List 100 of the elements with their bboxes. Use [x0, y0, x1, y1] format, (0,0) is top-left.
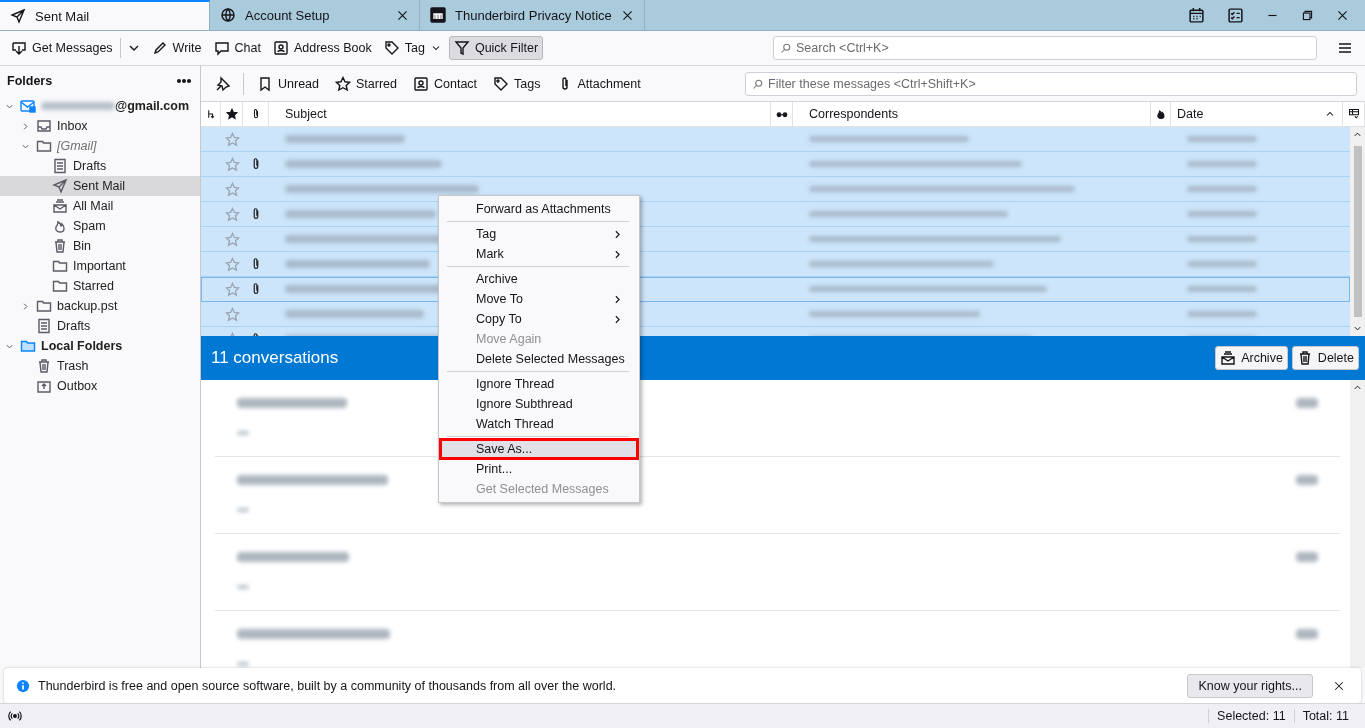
filter-icon	[453, 40, 470, 56]
star-icon	[335, 75, 351, 92]
folder-item[interactable]: All Mail	[0, 196, 200, 216]
toolbar-button[interactable]: Get Messages	[6, 36, 118, 60]
folder-item[interactable]: Drafts	[0, 316, 200, 336]
folder-item[interactable]: Inbox	[0, 116, 200, 136]
star-icon[interactable]	[224, 131, 240, 147]
online-status-icon[interactable]	[8, 709, 22, 723]
star-icon[interactable]	[224, 156, 240, 172]
menu-item-label: Save As...	[476, 442, 533, 456]
archive-icon	[1220, 350, 1237, 366]
folder-item[interactable]: Spam	[0, 216, 200, 236]
blurred-text	[1296, 398, 1318, 408]
tab[interactable]: Sent Mail	[0, 0, 210, 30]
pane-title: Folders	[7, 74, 53, 88]
message-row[interactable]	[201, 177, 1350, 202]
folder-item[interactable]: Important	[0, 256, 200, 276]
folder-icon	[52, 258, 68, 274]
column-header[interactable]: Subject	[269, 102, 771, 126]
folder-item[interactable]: Drafts	[0, 156, 200, 176]
search-field[interactable]: Search <Ctrl+K>	[773, 36, 1317, 60]
rights-button[interactable]: Know your rights...	[1187, 673, 1313, 698]
toolbar-button[interactable]: Address Book	[267, 36, 377, 60]
tag-icon	[383, 40, 400, 56]
blurred-text	[1296, 552, 1318, 562]
column-header[interactable]: Date	[1171, 102, 1343, 126]
filter-button[interactable]: Contact	[408, 71, 483, 96]
folder-item[interactable]: Sent Mail	[0, 176, 200, 196]
close-icon[interactable]	[1333, 679, 1345, 692]
folder-icon	[20, 338, 36, 354]
folder-item[interactable]: backup.pst	[0, 296, 200, 316]
folder-item[interactable]: Trash	[0, 356, 200, 376]
chat-icon	[213, 40, 230, 56]
trash-icon	[36, 358, 52, 374]
filter-button[interactable]: Starred	[330, 71, 402, 96]
filter-button[interactable]: Unread	[252, 71, 324, 96]
column-header[interactable]: Correspondents	[793, 102, 1151, 126]
scrollbar[interactable]	[1350, 380, 1365, 668]
blurred-text	[1296, 475, 1318, 485]
close-icon[interactable]	[1336, 8, 1349, 22]
summary-button[interactable]: Archive	[1215, 346, 1288, 370]
scrollbar[interactable]	[1350, 127, 1365, 336]
folder-icon	[36, 138, 52, 154]
menu-item-label: Tag	[476, 227, 497, 241]
menu-icon[interactable]	[1337, 40, 1353, 56]
folder-item[interactable]: Outbox	[0, 376, 200, 396]
tasks-icon[interactable]	[1227, 6, 1244, 24]
blurred-text	[1187, 261, 1257, 267]
document-icon	[36, 318, 52, 334]
filter-button[interactable]: Attachment	[551, 71, 646, 96]
star-icon[interactable]	[224, 256, 240, 272]
send-icon	[10, 8, 26, 24]
archive-icon	[52, 198, 68, 214]
close-icon[interactable]	[396, 8, 409, 22]
document-icon	[52, 158, 68, 174]
message-row[interactable]	[201, 152, 1350, 177]
download-icon	[11, 40, 27, 56]
blurred-text	[1187, 311, 1257, 317]
tab[interactable]: Thunderbird Privacy Notice	[420, 0, 645, 30]
toolbar-button[interactable]: Tag	[378, 36, 447, 60]
blurred-text	[1187, 161, 1257, 167]
menu-item-label: Archive	[476, 272, 518, 286]
summary-button[interactable]: Delete	[1291, 346, 1359, 370]
filter-button[interactable]: Tags	[488, 71, 546, 96]
toolbar-button[interactable]: Chat	[208, 36, 266, 60]
star-icon[interactable]	[224, 181, 240, 197]
menu-item-label: Ignore Thread	[476, 377, 555, 391]
restore-icon[interactable]	[1301, 8, 1314, 22]
blurred-text	[1296, 629, 1318, 639]
folder-icon	[52, 278, 68, 294]
column-picker-icon	[1347, 108, 1360, 120]
blurred-text	[1187, 236, 1257, 242]
folder-item[interactable]: Bin	[0, 236, 200, 256]
pencil-icon	[151, 40, 168, 56]
star-icon[interactable]	[224, 206, 240, 222]
menu-item-label: Watch Thread	[476, 417, 554, 431]
filter-field[interactable]: Filter these messages <Ctrl+Shift+K>	[745, 71, 1357, 96]
toolbar-button[interactable]: Write	[146, 36, 207, 60]
globe-icon	[220, 7, 236, 23]
selected-count: Selected: 11	[1208, 709, 1294, 723]
menu-item-label: Print...	[476, 462, 513, 476]
close-icon[interactable]	[620, 8, 634, 22]
folder-item[interactable]: [Gmail]	[0, 136, 200, 156]
toolbar-button[interactable]: Quick Filter	[448, 36, 544, 60]
star-icon[interactable]	[224, 231, 240, 247]
folder-item[interactable]: Starred	[0, 276, 200, 296]
calendar-icon[interactable]	[1188, 6, 1205, 24]
pin-icon[interactable]	[215, 75, 231, 92]
menu-item-label: Move To	[476, 292, 523, 306]
menu-item-label: Delete Selected Messages	[476, 352, 625, 366]
tab[interactable]: Account Setup	[210, 0, 420, 30]
flame-icon	[52, 218, 68, 234]
folder-item[interactable]: Local Folders	[0, 336, 200, 356]
contact-card-icon	[413, 75, 429, 92]
star-icon[interactable]	[224, 306, 240, 322]
folder-item[interactable]: @gmail.com	[0, 96, 200, 116]
menu-item-label: Ignore Subthread	[476, 397, 573, 411]
inbox-icon	[36, 118, 52, 134]
star-icon[interactable]	[224, 281, 240, 297]
blurred-text	[1187, 286, 1257, 292]
